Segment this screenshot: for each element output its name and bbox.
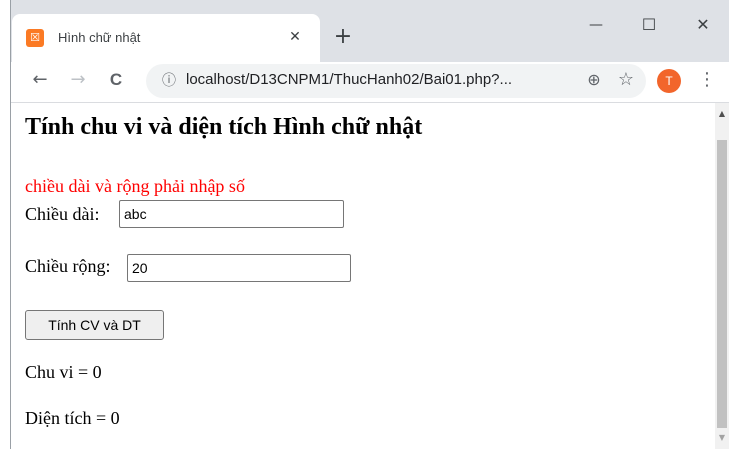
- width-label: Chiều rộng:: [25, 256, 111, 276]
- url-text[interactable]: localhost/D13CNPM1/ThucHanh02/Bai01.php?…: [186, 71, 512, 88]
- back-icon[interactable]: ←: [26, 66, 54, 94]
- close-window-icon[interactable]: ✕: [683, 10, 723, 40]
- star-icon[interactable]: ☆: [612, 66, 640, 94]
- area-result: Diện tích = 0: [25, 408, 120, 428]
- calculate-button[interactable]: Tính CV và DT: [25, 310, 164, 340]
- scrollbar-thumb[interactable]: [717, 140, 727, 428]
- page-viewport: [11, 103, 715, 449]
- perimeter-result: Chu vi = 0: [25, 362, 102, 382]
- new-tab-icon[interactable]: +: [330, 24, 356, 50]
- tab-title: Hình chữ nhật: [58, 30, 141, 45]
- page-title: Tính chu vi và diện tích Hình chữ nhật: [25, 114, 423, 140]
- error-message: chiều dài và rộng phải nhập số: [25, 176, 245, 196]
- length-label: Chiều dài:: [25, 204, 100, 224]
- scroll-up-icon[interactable]: ▲: [715, 108, 729, 120]
- minimize-icon[interactable]: —: [576, 10, 616, 40]
- tab-close-icon[interactable]: ✕: [284, 26, 306, 48]
- reload-icon[interactable]: C: [102, 66, 130, 94]
- favicon-icon: ☒: [26, 29, 44, 47]
- length-input[interactable]: [119, 200, 344, 228]
- scroll-down-icon[interactable]: ▼: [715, 432, 729, 444]
- info-icon[interactable]: ⓘ: [158, 70, 180, 92]
- maximize-icon[interactable]: ☐: [629, 10, 669, 40]
- forward-icon[interactable]: →: [64, 66, 92, 94]
- width-input[interactable]: [127, 254, 351, 282]
- kebab-menu-icon[interactable]: ⋮: [693, 66, 721, 94]
- avatar[interactable]: T: [657, 69, 681, 93]
- zoom-icon[interactable]: ⊕: [580, 66, 608, 94]
